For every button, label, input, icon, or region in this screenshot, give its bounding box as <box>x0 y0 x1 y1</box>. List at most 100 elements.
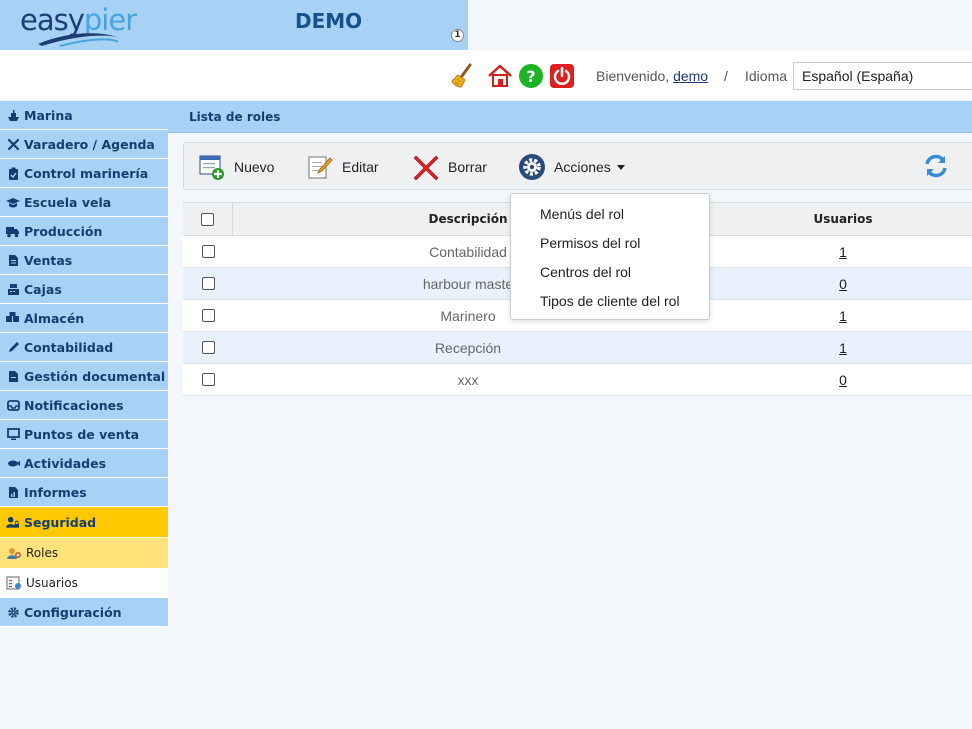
delete-button-label: Borrar <box>448 159 487 175</box>
sidebar-subitem-label: Roles <box>26 546 59 560</box>
sidebar-item-label: Configuración <box>24 604 122 620</box>
sidebar-item-control-marineria[interactable]: Control marinería <box>0 159 168 188</box>
sidebar-item-ventas[interactable]: Ventas <box>0 246 168 275</box>
separator: / <box>724 68 728 84</box>
users-count-link[interactable]: 0 <box>839 276 847 292</box>
monitor-icon <box>6 427 20 441</box>
graduation-cap-icon <box>6 195 20 209</box>
username-link[interactable]: demo <box>673 68 708 84</box>
select-all-checkbox[interactable] <box>201 212 214 226</box>
welcome-text: Bienvenido, <box>596 68 670 84</box>
sidebar-item-label: Control marinería <box>24 165 149 181</box>
easypier-logo[interactable]: easypier <box>20 2 140 48</box>
column-header-users[interactable]: Usuarios <box>703 212 972 226</box>
home-icon[interactable] <box>487 63 513 89</box>
new-button[interactable]: Nuevo <box>198 153 274 181</box>
roles-icon <box>6 545 22 561</box>
sidebar-item-cajas[interactable]: Cajas <box>0 275 168 304</box>
sidebar-item-configuracion[interactable]: Configuración <box>0 598 168 627</box>
gear-icon <box>6 605 20 619</box>
row-checkbox[interactable] <box>201 341 215 354</box>
boxes-icon <box>6 311 20 325</box>
sidebar-item-label: Gestión documental <box>24 368 166 384</box>
table-row[interactable]: Recepción 1 <box>183 332 972 364</box>
edit-button-label: Editar <box>342 159 379 175</box>
page-title: Lista de roles <box>189 110 281 124</box>
report-icon <box>6 485 20 499</box>
sidebar-item-varadero[interactable]: Varadero / Agenda <box>0 130 168 159</box>
actions-dropdown-menu: Menús del rol Permisos del rol Centros d… <box>510 193 710 320</box>
help-icon[interactable]: ? <box>518 63 544 89</box>
actions-dropdown-button[interactable]: Acciones <box>518 153 625 181</box>
welcome-message: Bienvenido, demo <box>596 68 708 84</box>
menu-item-role-client-types[interactable]: Tipos de cliente del rol <box>511 286 709 315</box>
table-row[interactable]: xxx 0 <box>183 364 972 396</box>
sidebar-item-informes[interactable]: Informes <box>0 478 168 507</box>
new-button-label: Nuevo <box>234 159 275 175</box>
row-check-cell <box>183 341 233 354</box>
sidebar-item-marina[interactable]: Marina <box>0 101 168 130</box>
cash-register-icon <box>6 282 20 296</box>
actions-button-label: Acciones <box>554 159 611 175</box>
header-banner: easypier DEMO 1 <box>0 0 468 50</box>
menu-item-role-menus[interactable]: Menús del rol <box>511 199 709 228</box>
notification-badge[interactable]: 1 <box>451 29 464 42</box>
language-label: Idioma <box>745 68 788 84</box>
refresh-icon[interactable] <box>922 152 950 180</box>
ship-icon <box>6 108 20 122</box>
sidebar-item-almacen[interactable]: Almacén <box>0 304 168 333</box>
sidebar-item-label: Varadero / Agenda <box>24 136 155 152</box>
file-icon <box>6 369 20 383</box>
sidebar-item-contabilidad[interactable]: Contabilidad <box>0 333 168 362</box>
row-check-cell <box>183 373 233 386</box>
user-lock-icon <box>6 515 20 529</box>
sidebar-item-escuela-vela[interactable]: Escuela vela <box>0 188 168 217</box>
edit-button[interactable]: Editar <box>306 153 379 181</box>
sidebar-item-label: Ventas <box>24 252 73 268</box>
row-check-cell <box>183 245 233 258</box>
truck-icon <box>6 224 20 238</box>
sidebar-item-puntos-de-venta[interactable]: Puntos de venta <box>0 420 168 449</box>
pencil-icon <box>6 340 20 354</box>
row-description: xxx <box>457 371 479 388</box>
new-record-icon <box>199 155 224 180</box>
users-count-link[interactable]: 0 <box>839 372 847 388</box>
sidebar-subitem-roles[interactable]: Roles <box>0 538 168 568</box>
gear-icon <box>519 154 545 180</box>
row-description: Recepción <box>434 339 502 356</box>
broom-icon[interactable] <box>450 63 476 89</box>
edit-icon <box>308 156 333 179</box>
users-count-link[interactable]: 1 <box>839 244 847 260</box>
sidebar-item-actividades[interactable]: Actividades <box>0 449 168 478</box>
users-count-link[interactable]: 1 <box>839 340 847 356</box>
row-users-cell: 0 <box>703 276 972 292</box>
sidebar-item-label: Producción <box>24 223 103 239</box>
delete-icon <box>413 155 439 181</box>
company-title: DEMO <box>295 9 363 33</box>
row-users-cell: 1 <box>703 244 972 260</box>
delete-button[interactable]: Borrar <box>412 153 487 181</box>
power-icon[interactable] <box>549 63 575 89</box>
chevron-down-icon <box>616 164 625 170</box>
language-select[interactable]: Español (España) <box>793 62 972 90</box>
sidebar-item-label: Seguridad <box>24 514 97 530</box>
sidebar-item-seguridad[interactable]: Seguridad <box>0 507 168 538</box>
row-checkbox[interactable] <box>201 373 215 386</box>
row-checkbox[interactable] <box>201 245 215 258</box>
sidebar-item-label: Contabilidad <box>24 339 114 355</box>
sidebar-item-notificaciones[interactable]: Notificaciones <box>0 391 168 420</box>
row-checkbox[interactable] <box>201 309 215 322</box>
document-icon <box>6 253 20 267</box>
logo-swoosh-icon <box>38 33 120 47</box>
menu-item-role-centers[interactable]: Centros del rol <box>511 257 709 286</box>
sidebar-item-label: Cajas <box>24 281 62 297</box>
menu-item-role-permissions[interactable]: Permisos del rol <box>511 228 709 257</box>
fish-icon <box>6 456 20 470</box>
row-checkbox[interactable] <box>201 277 215 290</box>
sidebar-subitem-usuarios[interactable]: Usuarios <box>0 568 168 598</box>
sidebar-item-produccion[interactable]: Producción <box>0 217 168 246</box>
sidebar-item-label: Escuela vela <box>24 194 112 210</box>
row-check-cell <box>183 277 233 290</box>
sidebar-item-gestion-documental[interactable]: Gestión documental <box>0 362 168 391</box>
users-count-link[interactable]: 1 <box>839 308 847 324</box>
